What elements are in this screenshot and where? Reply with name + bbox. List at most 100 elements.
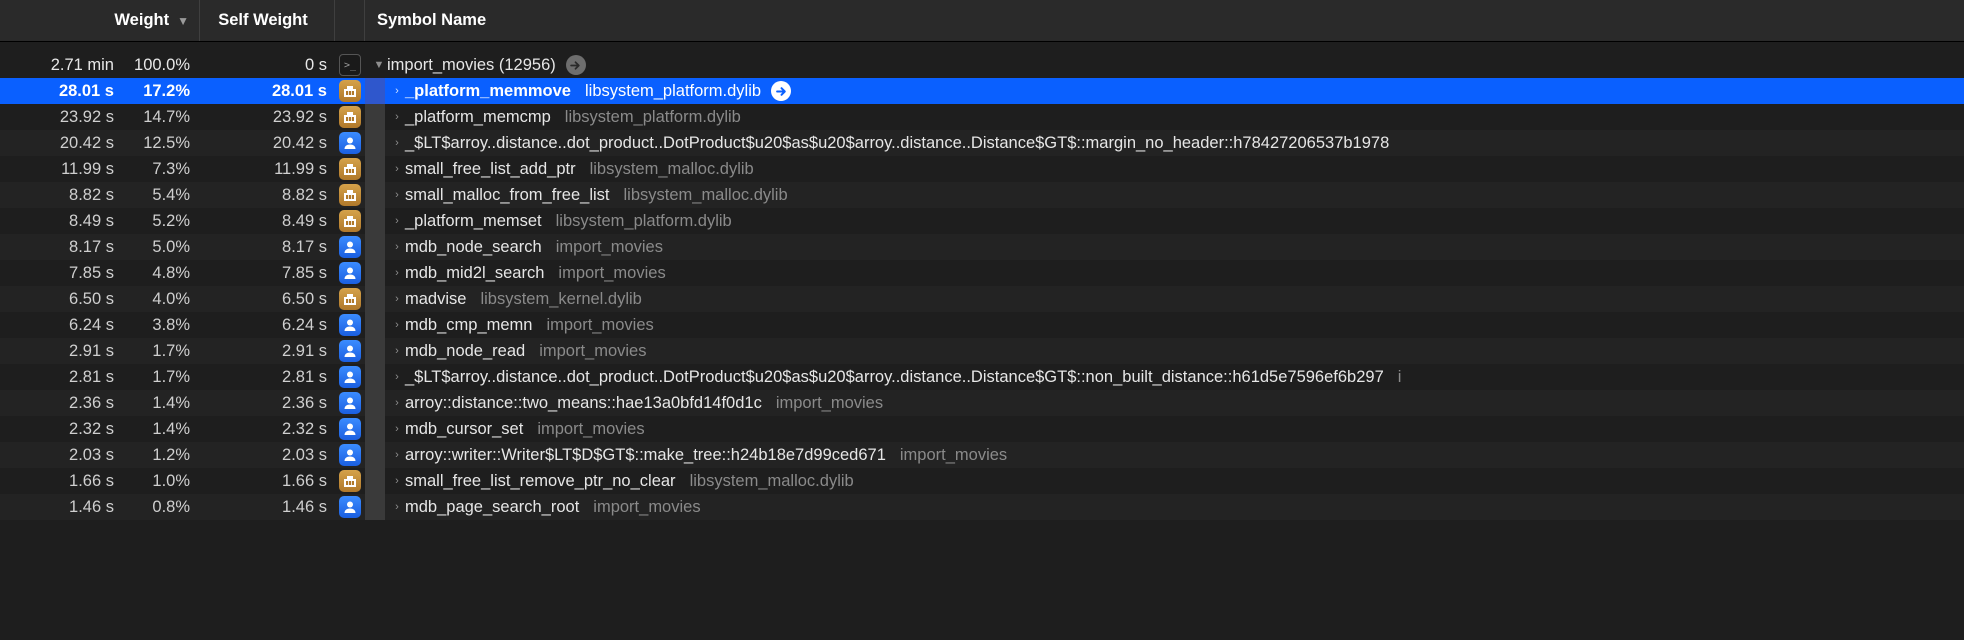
symbol-cell: ›mdb_node_searchimport_movies (365, 234, 1964, 260)
weight-cell: 8.49 s5.2% (0, 208, 200, 234)
chevron-right-icon[interactable]: › (389, 137, 405, 149)
chevron-right-icon[interactable]: › (389, 267, 405, 279)
header-weight[interactable]: Weight ▼ (0, 0, 200, 41)
self-weight-cell: 1.66 s (200, 468, 335, 494)
chevron-right-icon[interactable]: › (389, 189, 405, 201)
user-code-icon (339, 366, 361, 388)
weight-cell: 2.36 s1.4% (0, 390, 200, 416)
system-framework-icon (339, 184, 361, 206)
weight-cell: 20.42 s12.5% (0, 130, 200, 156)
weight-time: 2.36 s (20, 394, 120, 413)
tree-row[interactable]: 20.42 s12.5%20.42 s ›_$LT$arroy..distance… (0, 130, 1964, 156)
tree-row[interactable]: 7.85 s4.8%7.85 s›mdb_mid2l_searchimport_… (0, 260, 1964, 286)
category-icon-cell (335, 416, 365, 442)
tree-row[interactable]: 1.66 s1.0%1.66 s›small_free_list_remove_… (0, 468, 1964, 494)
chevron-right-icon[interactable]: › (389, 319, 405, 331)
weight-pct: 5.4% (120, 186, 200, 205)
weight-cell: 6.24 s3.8% (0, 312, 200, 338)
user-code-icon (339, 444, 361, 466)
chevron-right-icon[interactable]: › (389, 397, 405, 409)
weight-time: 2.03 s (20, 446, 120, 465)
system-framework-icon (339, 288, 361, 310)
indent-gutter (365, 104, 385, 130)
symbol-primary: small_free_list_remove_ptr_no_clear (405, 472, 676, 491)
tree-row[interactable]: 6.50 s4.0%6.50 s›madviselibsystem_kernel… (0, 286, 1964, 312)
chevron-right-icon[interactable]: › (389, 423, 405, 435)
indent-gutter (365, 286, 385, 312)
focus-arrow-icon[interactable] (771, 81, 791, 101)
header-weight-label: Weight (114, 11, 169, 30)
category-icon-cell (335, 494, 365, 520)
weight-pct: 3.8% (120, 316, 200, 335)
focus-arrow-icon[interactable] (566, 55, 586, 75)
self-weight-cell: 2.32 s (200, 416, 335, 442)
weight-pct: 1.7% (120, 342, 200, 361)
symbol-cell: ›mdb_mid2l_searchimport_movies (365, 260, 1964, 286)
header-symbol[interactable]: Symbol Name (365, 0, 1964, 41)
symbol-primary: _$LT$arroy..distance..dot_product..DotPr… (405, 134, 1389, 153)
tree-row-root[interactable]: 2.71 min 100.0% 0 s >_ ▼ import_movies (… (0, 52, 1964, 78)
weight-pct: 1.2% (120, 446, 200, 465)
category-icon-cell (335, 78, 365, 104)
weight-pct: 7.3% (120, 160, 200, 179)
symbol-cell: ›small_free_list_remove_ptr_no_clear libs… (365, 468, 1964, 494)
symbol-primary: _platform_memcmp (405, 108, 551, 127)
terminal-icon: >_ (339, 54, 361, 76)
symbol-primary: import_movies (12956) (387, 56, 556, 75)
symbol-library: libsystem_malloc.dylib (690, 472, 854, 491)
tree-row[interactable]: 2.81 s1.7%2.81 s›_$LT$arroy..distance..d… (0, 364, 1964, 390)
chevron-right-icon[interactable]: › (389, 293, 405, 305)
indent-gutter (365, 130, 385, 156)
tree-row[interactable]: 2.91 s1.7%2.91 s›mdb_node_readimport_mov… (0, 338, 1964, 364)
symbol-cell: ›madviselibsystem_kernel.dylib (365, 286, 1964, 312)
symbol-primary: mdb_mid2l_search (405, 264, 544, 283)
header-icon-col (335, 0, 365, 41)
chevron-right-icon[interactable]: › (389, 345, 405, 357)
symbol-library: libsystem_kernel.dylib (480, 290, 641, 309)
chevron-right-icon[interactable]: › (389, 241, 405, 253)
weight-time: 8.82 s (20, 186, 120, 205)
system-framework-icon (339, 470, 361, 492)
symbol-primary: small_malloc_from_free_list (405, 186, 610, 205)
symbol-library: import_movies (546, 316, 653, 335)
symbol-cell: ›_$LT$arroy..distance..dot_product..DotP… (365, 364, 1964, 390)
self-weight-cell: 2.81 s (200, 364, 335, 390)
category-icon-cell (335, 442, 365, 468)
tree-row[interactable]: 8.49 s5.2%8.49 s ›_platform_memsetlibsyst… (0, 208, 1964, 234)
header-self-weight[interactable]: Self Weight (200, 0, 335, 41)
tree-row[interactable]: 2.36 s1.4%2.36 s›arroy::distance::two_me… (0, 390, 1964, 416)
weight-time: 8.49 s (20, 212, 120, 231)
chevron-right-icon[interactable]: › (389, 501, 405, 513)
self-weight-cell: 6.50 s (200, 286, 335, 312)
chevron-right-icon[interactable]: › (389, 85, 405, 97)
category-icon-cell (335, 208, 365, 234)
weight-cell: 2.91 s1.7% (0, 338, 200, 364)
tree-row[interactable]: 6.24 s3.8%6.24 s›mdb_cmp_memnimport_movi… (0, 312, 1964, 338)
chevron-right-icon[interactable]: › (389, 449, 405, 461)
weight-pct: 5.0% (120, 238, 200, 257)
symbol-primary: _$LT$arroy..distance..dot_product..DotPr… (405, 368, 1384, 387)
chevron-right-icon[interactable]: › (389, 215, 405, 227)
tree-row[interactable]: 8.82 s5.4%8.82 s›small_malloc_from_free_… (0, 182, 1964, 208)
symbol-cell: ›_platform_memsetlibsystem_platform.dyli… (365, 208, 1964, 234)
category-icon-cell (335, 312, 365, 338)
tree-row[interactable]: 11.99 s7.3%11.99 s›small_free_list_add_p… (0, 156, 1964, 182)
chevron-right-icon[interactable]: › (389, 163, 405, 175)
weight-cell: 1.46 s0.8% (0, 494, 200, 520)
indent-gutter (365, 416, 385, 442)
tree-row[interactable]: 2.32 s1.4%2.32 s›mdb_cursor_setimport_mo… (0, 416, 1964, 442)
tree-row[interactable]: 28.01 s17.2%28.01 s›_platform_memmovelib… (0, 78, 1964, 104)
tree-row[interactable]: 2.03 s1.2%2.03 s›arroy::writer::Writer$L… (0, 442, 1964, 468)
symbol-library: libsystem_malloc.dylib (590, 160, 754, 179)
tree-row[interactable]: 23.92 s14.7%23.92 s›_platform_memcmplibs… (0, 104, 1964, 130)
weight-pct: 5.2% (120, 212, 200, 231)
chevron-down-icon[interactable]: ▼ (371, 59, 387, 71)
weight-time: 20.42 s (20, 134, 120, 153)
weight-pct: 12.5% (120, 134, 200, 153)
symbol-primary: _platform_memmove (405, 82, 571, 101)
tree-row[interactable]: 8.17 s5.0%8.17 s›mdb_node_searchimport_m… (0, 234, 1964, 260)
chevron-right-icon[interactable]: › (389, 111, 405, 123)
tree-row[interactable]: 1.46 s0.8%1.46 s›mdb_page_search_rootimp… (0, 494, 1964, 520)
chevron-right-icon[interactable]: › (389, 371, 405, 383)
chevron-right-icon[interactable]: › (389, 475, 405, 487)
